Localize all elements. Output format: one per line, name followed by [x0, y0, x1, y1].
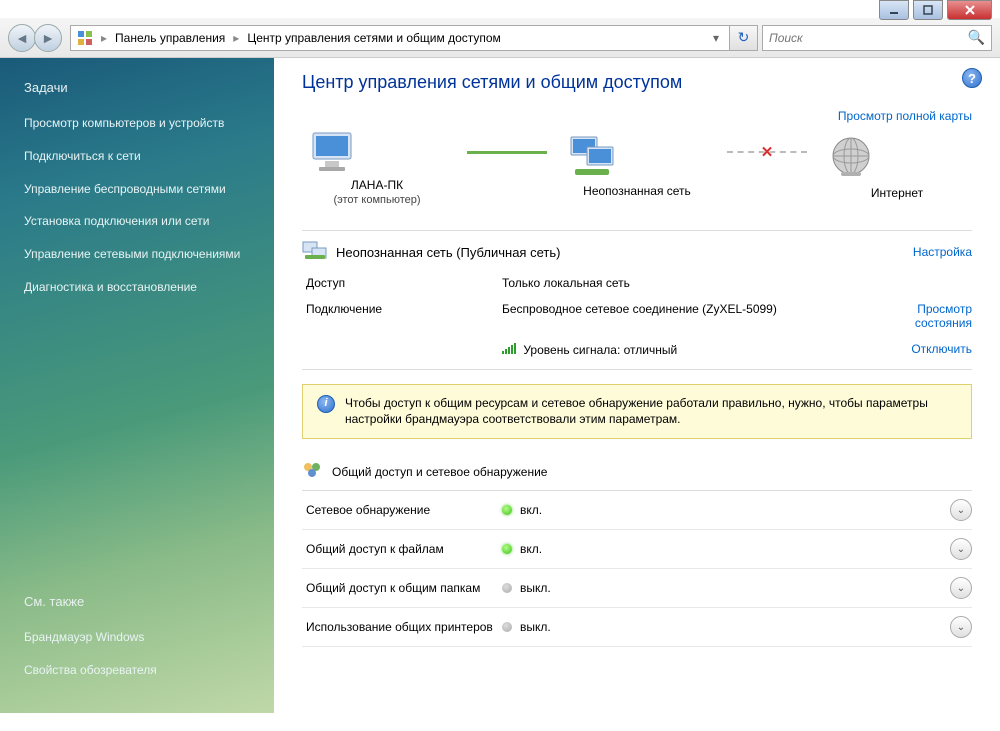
help-icon[interactable]: ?: [962, 68, 982, 88]
breadcrumb-item[interactable]: Центр управления сетями и общим доступом: [241, 29, 507, 47]
sharing-heading-row: Общий доступ и сетевое обнаружение: [302, 453, 972, 491]
status-led-icon: [502, 583, 512, 593]
sharing-row-status: выкл.: [502, 581, 950, 595]
sharing-row-status: вкл.: [502, 542, 950, 556]
node-network-label: Неопознанная сеть: [567, 184, 707, 200]
main-content: ? Центр управления сетями и общим доступ…: [274, 58, 1000, 713]
network-section-header: Неопознанная сеть (Публичная сеть) Настр…: [302, 230, 972, 270]
network-icon: [567, 135, 617, 180]
connection-value: Беспроводное сетевое соединение (ZyXEL-5…: [502, 302, 872, 316]
breadcrumb-sep: ▸: [101, 31, 107, 45]
node-pc-sublabel: (этот компьютер): [307, 194, 447, 206]
sidebar-tasks-heading: Задачи: [0, 76, 274, 107]
search-box[interactable]: 🔍: [762, 25, 992, 51]
view-status-link[interactable]: Просмотр состояния: [915, 302, 972, 330]
sidebar: Задачи Просмотр компьютеров и устройств …: [0, 58, 274, 713]
monitor-icon: [307, 129, 357, 174]
address-bar[interactable]: ▸ Панель управления ▸ Центр управления с…: [70, 25, 730, 51]
expand-button[interactable]: ⌄: [950, 499, 972, 521]
info-banner-text: Чтобы доступ к общим ресурсам и сетевое …: [345, 395, 957, 429]
status-led-icon: [502, 544, 512, 554]
status-led-icon: [502, 505, 512, 515]
customize-link[interactable]: Настройка: [913, 245, 972, 259]
node-network: Неопознанная сеть: [567, 135, 707, 200]
sharing-row: Общий доступ к файламвкл.⌄: [302, 530, 972, 569]
breadcrumb: Панель управления ▸ Центр управления сет…: [109, 29, 707, 47]
maximize-button[interactable]: [913, 0, 943, 20]
sidebar-item-manage-conn[interactable]: Управление сетевыми подключениями: [0, 238, 274, 271]
sharing-row-label: Общий доступ к общим папкам: [302, 581, 502, 595]
node-this-pc: ЛАНА-ПК (этот компьютер): [307, 129, 447, 206]
sidebar-item-connect[interactable]: Подключиться к сети: [0, 140, 274, 173]
sharing-row-label: Общий доступ к файлам: [302, 542, 502, 556]
view-full-map-link[interactable]: Просмотр полной карты: [838, 109, 972, 123]
control-panel-icon: [75, 28, 95, 48]
expand-button[interactable]: ⌄: [950, 616, 972, 638]
connection-label: Подключение: [302, 302, 502, 316]
page-title: Центр управления сетями и общим доступом: [302, 72, 972, 93]
info-banner: i Чтобы доступ к общим ресурсам и сетево…: [302, 384, 972, 440]
search-icon: 🔍: [968, 29, 985, 46]
sidebar-item-wireless[interactable]: Управление беспроводными сетями: [0, 173, 274, 206]
connector-ok: [467, 151, 547, 154]
globe-icon: [827, 134, 875, 182]
close-button[interactable]: [947, 0, 992, 20]
sharing-row-status: выкл.: [502, 620, 950, 634]
connector-broken: [727, 151, 807, 153]
node-pc-label: ЛАНА-ПК: [307, 178, 447, 194]
sidebar-seealso-heading: См. также: [0, 590, 274, 621]
status-led-icon: [502, 622, 512, 632]
node-internet-label: Интернет: [827, 186, 967, 202]
sidebar-item-diagnose[interactable]: Диагностика и восстановление: [0, 271, 274, 304]
sidebar-item-firewall[interactable]: Брандмауэр Windows: [0, 621, 274, 654]
back-button[interactable]: ◄: [8, 24, 36, 52]
sharing-heading: Общий доступ и сетевое обнаружение: [332, 465, 547, 479]
refresh-button[interactable]: ↻: [730, 25, 758, 51]
network-section-title: Неопознанная сеть (Публичная сеть): [336, 245, 560, 260]
sharing-row: Общий доступ к общим папкамвыкл.⌄: [302, 569, 972, 608]
toolbar: ◄ ► ▸ Панель управления ▸ Центр управлен…: [0, 18, 1000, 58]
breadcrumb-item[interactable]: Панель управления: [109, 29, 231, 47]
sharing-row-label: Сетевое обнаружение: [302, 503, 502, 517]
sharing-row: Сетевое обнаружениевкл.⌄: [302, 491, 972, 530]
signal-icon: [502, 342, 516, 354]
disconnect-link[interactable]: Отключить: [911, 342, 972, 356]
sidebar-item-view-devices[interactable]: Просмотр компьютеров и устройств: [0, 107, 274, 140]
sidebar-item-internet-options[interactable]: Свойства обозревателя: [0, 654, 274, 687]
network-map: ЛАНА-ПК (этот компьютер) Неопознанная се…: [302, 129, 972, 206]
sharing-icon: [302, 461, 322, 482]
sharing-row-label: Использование общих принтеров: [302, 620, 502, 634]
expand-button[interactable]: ⌄: [950, 538, 972, 560]
breadcrumb-sep: ▸: [233, 31, 239, 45]
signal-value: Уровень сигнала: отличный: [502, 342, 872, 357]
search-input[interactable]: [769, 31, 968, 45]
node-internet: Интернет: [827, 134, 967, 202]
minimize-button[interactable]: [879, 0, 909, 20]
sharing-row: Использование общих принтероввыкл.⌄: [302, 608, 972, 647]
sidebar-item-setup[interactable]: Установка подключения или сети: [0, 205, 274, 238]
info-icon: i: [317, 395, 335, 413]
access-label: Доступ: [302, 276, 502, 290]
address-dropdown[interactable]: ▾: [707, 31, 725, 45]
expand-button[interactable]: ⌄: [950, 577, 972, 599]
access-value: Только локальная сеть: [502, 276, 872, 290]
network-status-icon: [302, 241, 328, 264]
sharing-row-status: вкл.: [502, 503, 950, 517]
forward-button[interactable]: ►: [34, 24, 62, 52]
